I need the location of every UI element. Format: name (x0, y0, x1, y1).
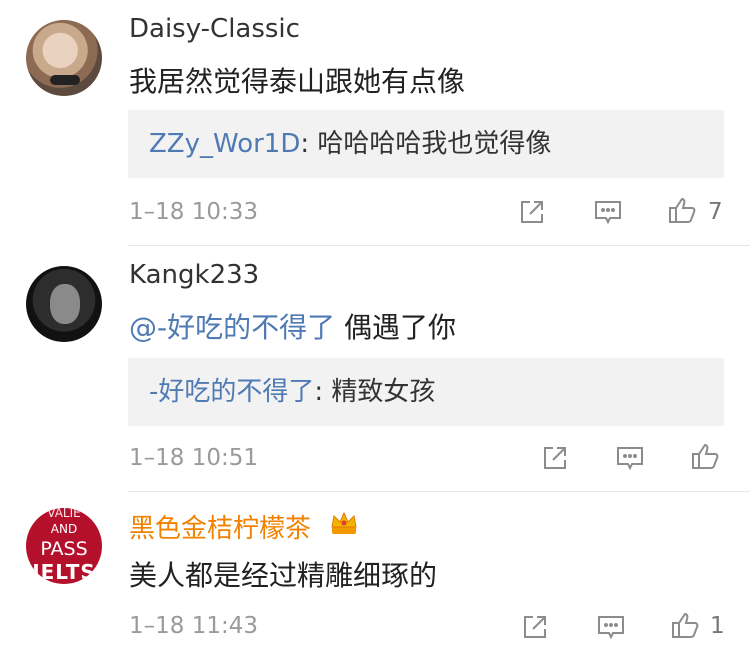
reply-separator: : (300, 129, 318, 159)
reply-username[interactable]: -好吃的不得了 (149, 377, 314, 407)
avatar-text: AND (50, 522, 78, 536)
comment-icon[interactable] (596, 612, 626, 642)
share-icon[interactable] (517, 197, 547, 227)
comment-item: Daisy-Classic 我居然觉得泰山跟她有点像 ZZy_Wor1D: 哈哈… (0, 0, 750, 246)
avatar-text: VALIE (47, 508, 81, 520)
reply-preview[interactable]: -好吃的不得了: 精致女孩 (128, 358, 724, 426)
mention-link[interactable]: @-好吃的不得了 (129, 311, 335, 344)
share-icon[interactable] (540, 443, 570, 473)
share-icon[interactable] (520, 612, 550, 642)
comment-time: 1–18 10:33 (129, 199, 258, 225)
avatar-text: PASS (40, 538, 88, 560)
comment-icon[interactable] (615, 443, 645, 473)
reply-text: 精致女孩 (331, 377, 436, 407)
user-avatar[interactable] (26, 266, 102, 342)
username[interactable]: 黑色金桔柠檬茶 (129, 508, 311, 545)
avatar-detail (50, 284, 80, 324)
like-count: 7 (708, 199, 723, 225)
avatar-text: IELTS (32, 560, 96, 584)
comment-time: 1–18 10:51 (129, 445, 258, 471)
user-avatar[interactable] (26, 20, 102, 96)
reply-preview[interactable]: ZZy_Wor1D: 哈哈哈哈我也觉得像 (128, 110, 724, 178)
reply-text: 哈哈哈哈我也觉得像 (317, 129, 552, 159)
crown-icon (330, 510, 358, 536)
like-icon[interactable] (667, 195, 697, 225)
reply-username[interactable]: ZZy_Wor1D (149, 129, 300, 159)
comment-icon[interactable] (593, 197, 623, 227)
like-icon[interactable] (670, 610, 700, 640)
comment-text-body: 偶遇了你 (335, 311, 457, 344)
comment-text: 美人都是经过精雕细琢的 (129, 559, 438, 592)
like-count: 1 (710, 613, 725, 639)
comment-text: @-好吃的不得了 偶遇了你 (129, 306, 456, 346)
comment-item: VALIE AND PASS IELTS 黑色金桔柠檬茶 美人都是经过精雕细琢的… (0, 492, 750, 662)
avatar-detail (50, 75, 80, 85)
comment-text: 我居然觉得泰山跟她有点像 (129, 65, 466, 98)
username[interactable]: Daisy-Classic (129, 14, 300, 44)
like-icon[interactable] (690, 441, 720, 471)
comment-item: Kangk233 @-好吃的不得了 偶遇了你 -好吃的不得了: 精致女孩 1–1… (0, 246, 750, 492)
comment-time: 1–18 11:43 (129, 613, 258, 639)
user-avatar[interactable]: VALIE AND PASS IELTS (26, 508, 102, 584)
reply-separator: : (314, 377, 332, 407)
username[interactable]: Kangk233 (129, 260, 259, 290)
